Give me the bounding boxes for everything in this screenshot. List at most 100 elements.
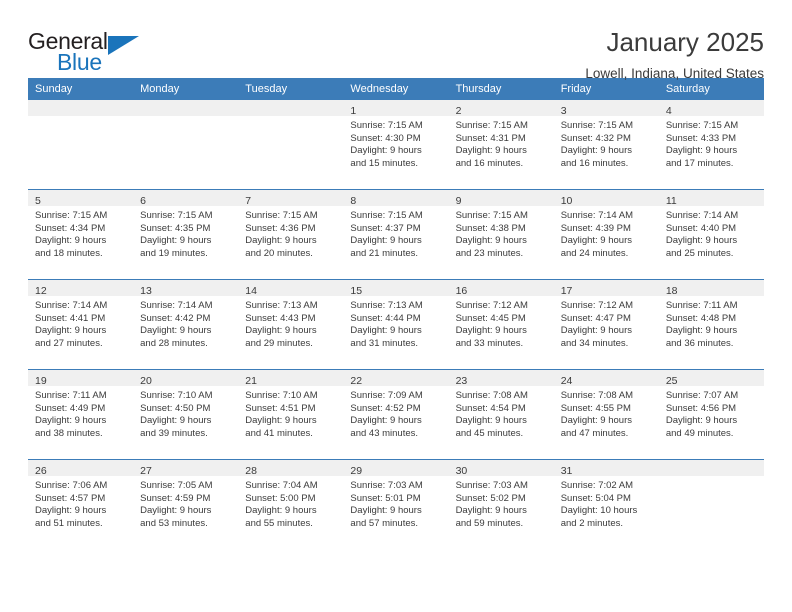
sunset-line: Sunset: 4:32 PM bbox=[560, 132, 631, 144]
sunrise-line: Sunrise: 7:07 AM bbox=[665, 390, 739, 401]
calendar-empty-cell bbox=[658, 459, 764, 549]
daylight-line-1: Daylight: 9 hours bbox=[245, 235, 317, 247]
sunset-line: Sunset: 4:35 PM bbox=[140, 222, 211, 234]
day-detail-block: Sunrise: 7:14 AM Sunset: 4:42 PM Daylight:… bbox=[133, 296, 238, 350]
calendar-day-cell[interactable]: 30 Sunrise: 7:03 AM Sunset: 5:02 PM Dayligh… bbox=[448, 459, 554, 549]
daylight-line-2: and 49 minutes. bbox=[665, 427, 734, 439]
weekday-header-thursday: Thursday bbox=[448, 78, 554, 100]
daylight-line-2: and 41 minutes. bbox=[245, 427, 313, 439]
sunset-line: Sunset: 4:50 PM bbox=[140, 402, 211, 414]
weekday-header-monday: Monday bbox=[133, 78, 239, 100]
day-number: 30 bbox=[455, 465, 468, 477]
day-number-band: 19 bbox=[28, 370, 134, 387]
day-detail-block bbox=[28, 116, 133, 120]
daylight-line-2: and 23 minutes. bbox=[455, 247, 524, 259]
day-number: 4 bbox=[665, 105, 672, 117]
daylight-line-1: Daylight: 9 hours bbox=[455, 235, 527, 247]
sunset-line: Sunset: 4:31 PM bbox=[455, 132, 526, 144]
day-number-band: 21 bbox=[238, 370, 344, 387]
calendar-day-cell[interactable]: 18 Sunrise: 7:11 AM Sunset: 4:48 PM Dayligh… bbox=[658, 279, 764, 370]
day-number: 27 bbox=[140, 465, 152, 477]
sunset-line: Sunset: 4:42 PM bbox=[140, 312, 211, 324]
calendar-day-cell[interactable]: 19 Sunrise: 7:11 AM Sunset: 4:49 PM Dayligh… bbox=[28, 369, 134, 460]
daylight-line-1: Daylight: 9 hours bbox=[350, 325, 422, 337]
calendar-day-cell[interactable]: 7 Sunrise: 7:15 AM Sunset: 4:36 PM Daylight… bbox=[238, 189, 344, 280]
daylight-line-1: Daylight: 9 hours bbox=[455, 325, 527, 337]
calendar-week-row: 5 Sunrise: 7:15 AM Sunset: 4:34 PM Daylight… bbox=[28, 189, 764, 280]
sunset-line: Sunset: 4:37 PM bbox=[350, 222, 421, 234]
day-detail-block: Sunrise: 7:08 AM Sunset: 4:55 PM Daylight:… bbox=[554, 386, 659, 440]
daylight-line-2: and 43 minutes. bbox=[350, 427, 419, 439]
weekday-header-wednesday: Wednesday bbox=[343, 78, 449, 100]
sunrise-line: Sunrise: 7:14 AM bbox=[140, 300, 213, 311]
calendar-day-cell[interactable]: 29 Sunrise: 7:03 AM Sunset: 5:01 PM Dayligh… bbox=[343, 459, 449, 549]
calendar-day-cell[interactable]: 15 Sunrise: 7:13 AM Sunset: 4:44 PM Dayligh… bbox=[343, 279, 449, 370]
day-detail-block: Sunrise: 7:09 AM Sunset: 4:52 PM Daylight:… bbox=[343, 386, 448, 440]
day-number: 16 bbox=[455, 285, 468, 297]
sunrise-line: Sunrise: 7:08 AM bbox=[560, 390, 634, 401]
calendar-day-cell[interactable]: 17 Sunrise: 7:12 AM Sunset: 4:47 PM Dayligh… bbox=[553, 279, 659, 370]
calendar-day-cell[interactable]: 10 Sunrise: 7:14 AM Sunset: 4:39 PM Dayligh… bbox=[553, 189, 659, 280]
day-number-band: 1 bbox=[343, 100, 449, 117]
daylight-line-2: and 33 minutes. bbox=[455, 337, 524, 349]
day-number-band: 25 bbox=[658, 370, 764, 387]
day-detail-block: Sunrise: 7:15 AM Sunset: 4:31 PM Daylight:… bbox=[449, 116, 554, 170]
calendar-day-cell[interactable]: 13 Sunrise: 7:14 AM Sunset: 4:42 PM Dayligh… bbox=[133, 279, 239, 370]
day-detail-block: Sunrise: 7:08 AM Sunset: 4:54 PM Daylight:… bbox=[449, 386, 554, 440]
day-detail-block: Sunrise: 7:06 AM Sunset: 4:57 PM Daylight:… bbox=[28, 476, 133, 530]
day-number-band bbox=[133, 100, 239, 116]
day-number-band: 24 bbox=[553, 370, 659, 387]
daylight-line-2: and 15 minutes. bbox=[350, 157, 419, 169]
calendar-day-cell[interactable]: 3 Sunrise: 7:15 AM Sunset: 4:32 PM Daylight… bbox=[553, 100, 659, 190]
calendar-day-cell[interactable]: 2 Sunrise: 7:15 AM Sunset: 4:31 PM Daylight… bbox=[448, 100, 554, 190]
calendar-day-cell[interactable]: 6 Sunrise: 7:15 AM Sunset: 4:35 PM Daylight… bbox=[133, 189, 239, 280]
calendar-day-cell[interactable]: 11 Sunrise: 7:14 AM Sunset: 4:40 PM Dayligh… bbox=[658, 189, 764, 280]
calendar-day-cell[interactable]: 21 Sunrise: 7:10 AM Sunset: 4:51 PM Dayligh… bbox=[238, 369, 344, 460]
daylight-line-1: Daylight: 9 hours bbox=[140, 415, 212, 427]
calendar-day-cell[interactable]: 9 Sunrise: 7:15 AM Sunset: 4:38 PM Daylight… bbox=[448, 189, 554, 280]
sunset-line: Sunset: 4:45 PM bbox=[455, 312, 526, 324]
sunrise-line: Sunrise: 7:04 AM bbox=[245, 480, 318, 491]
day-number: 19 bbox=[35, 375, 47, 387]
sunrise-line: Sunrise: 7:10 AM bbox=[140, 390, 213, 401]
sunrise-line: Sunrise: 7:15 AM bbox=[245, 210, 318, 221]
calendar-day-cell[interactable]: 16 Sunrise: 7:12 AM Sunset: 4:45 PM Dayligh… bbox=[448, 279, 554, 370]
calendar-day-cell[interactable]: 14 Sunrise: 7:13 AM Sunset: 4:43 PM Dayligh… bbox=[238, 279, 344, 370]
calendar-day-cell[interactable]: 4 Sunrise: 7:15 AM Sunset: 4:33 PM Daylight… bbox=[658, 100, 764, 190]
day-detail-block: Sunrise: 7:15 AM Sunset: 4:34 PM Daylight:… bbox=[28, 206, 133, 260]
page-subtitle: Lowell, Indiana, United States bbox=[585, 66, 764, 81]
calendar-day-cell[interactable]: 5 Sunrise: 7:15 AM Sunset: 4:34 PM Daylight… bbox=[28, 189, 134, 280]
sunrise-line: Sunrise: 7:13 AM bbox=[350, 300, 423, 311]
daylight-line-1: Daylight: 9 hours bbox=[245, 505, 317, 517]
calendar-day-cell[interactable]: 23 Sunrise: 7:08 AM Sunset: 4:54 PM Dayligh… bbox=[448, 369, 554, 460]
sunset-line: Sunset: 4:41 PM bbox=[35, 312, 106, 324]
day-number-band: 14 bbox=[238, 280, 344, 297]
daylight-line-1: Daylight: 9 hours bbox=[35, 415, 107, 427]
sunrise-line: Sunrise: 7:14 AM bbox=[560, 210, 634, 221]
calendar-day-cell[interactable]: 22 Sunrise: 7:09 AM Sunset: 4:52 PM Dayligh… bbox=[343, 369, 449, 460]
day-number: 24 bbox=[560, 375, 573, 387]
sunset-line: Sunset: 4:47 PM bbox=[560, 312, 631, 324]
calendar-day-cell[interactable]: 31 Sunrise: 7:02 AM Sunset: 5:04 PM Dayligh… bbox=[553, 459, 659, 549]
daylight-line-1: Daylight: 9 hours bbox=[455, 415, 527, 427]
sunrise-line: Sunrise: 7:08 AM bbox=[455, 390, 528, 401]
sunset-line: Sunset: 5:04 PM bbox=[560, 492, 631, 504]
daylight-line-2: and 53 minutes. bbox=[140, 517, 208, 529]
calendar-day-cell[interactable]: 26 Sunrise: 7:06 AM Sunset: 4:57 PM Dayligh… bbox=[28, 459, 134, 549]
calendar-day-cell[interactable]: 27 Sunrise: 7:05 AM Sunset: 4:59 PM Dayligh… bbox=[133, 459, 239, 549]
calendar-day-cell[interactable]: 25 Sunrise: 7:07 AM Sunset: 4:56 PM Dayligh… bbox=[658, 369, 764, 460]
sunset-line: Sunset: 4:40 PM bbox=[665, 222, 737, 234]
calendar-day-cell[interactable]: 12 Sunrise: 7:14 AM Sunset: 4:41 PM Dayligh… bbox=[28, 279, 134, 370]
daylight-line-1: Daylight: 9 hours bbox=[350, 415, 422, 427]
calendar-day-cell[interactable]: 8 Sunrise: 7:15 AM Sunset: 4:37 PM Daylight… bbox=[343, 189, 449, 280]
calendar-day-cell[interactable]: 1 Sunrise: 7:15 AM Sunset: 4:30 PM Daylight… bbox=[343, 100, 449, 190]
day-number-band: 16 bbox=[448, 280, 554, 297]
day-number: 10 bbox=[560, 195, 573, 207]
calendar-day-cell[interactable]: 20 Sunrise: 7:10 AM Sunset: 4:50 PM Dayligh… bbox=[133, 369, 239, 460]
day-number: 20 bbox=[140, 375, 152, 387]
calendar-day-cell[interactable]: 28 Sunrise: 7:04 AM Sunset: 5:00 PM Dayligh… bbox=[238, 459, 344, 549]
weekday-header-sunday: Sunday bbox=[28, 78, 134, 100]
daylight-line-2: and 2 minutes. bbox=[560, 517, 624, 529]
calendar-day-cell[interactable]: 24 Sunrise: 7:08 AM Sunset: 4:55 PM Dayligh… bbox=[553, 369, 659, 460]
day-detail-block: Sunrise: 7:10 AM Sunset: 4:51 PM Daylight:… bbox=[238, 386, 343, 440]
